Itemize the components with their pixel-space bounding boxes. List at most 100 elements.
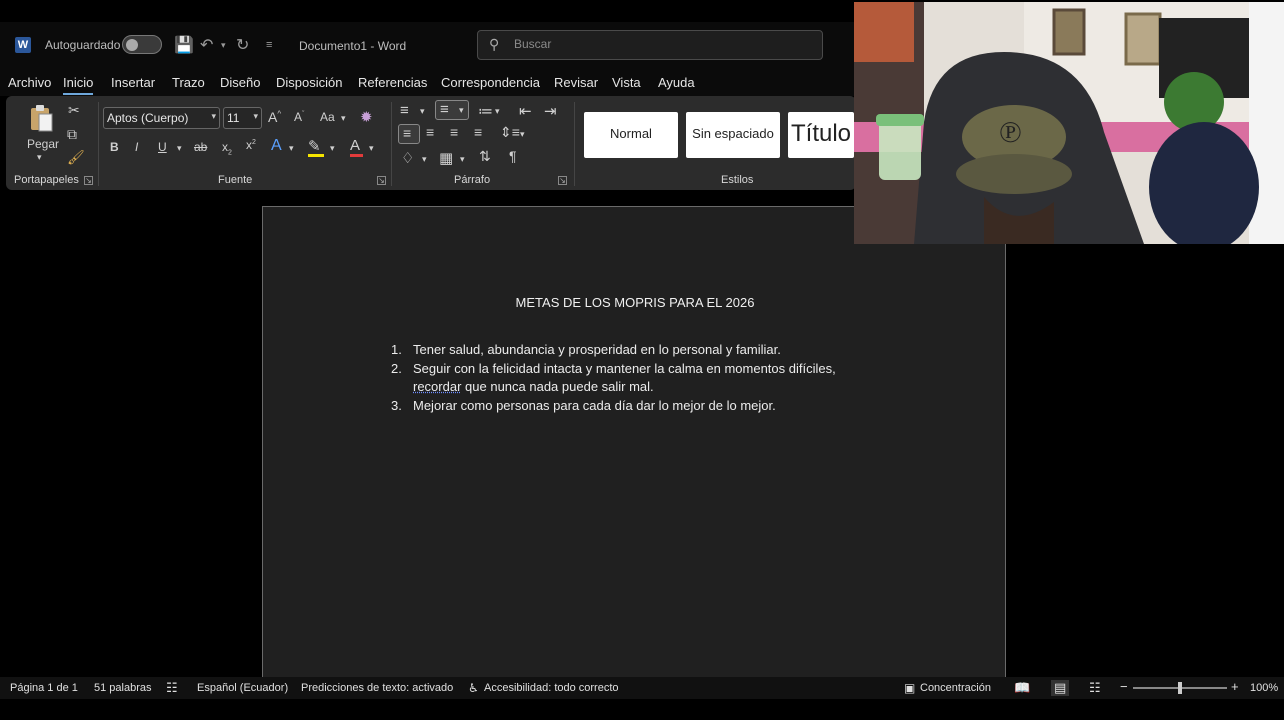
chevron-down-icon[interactable]: ▾	[289, 143, 294, 154]
subscript-icon[interactable]: x2	[222, 140, 232, 156]
tab-disposicion[interactable]: Disposición	[276, 75, 342, 90]
chevron-down-icon[interactable]: ▾	[177, 143, 182, 154]
group-label-clipboard: Portapapeles	[14, 174, 79, 186]
tab-trazo[interactable]: Trazo	[172, 75, 205, 90]
tab-correspondencia[interactable]: Correspondencia	[441, 75, 540, 90]
strikethrough-icon[interactable]: ab	[194, 140, 207, 154]
tab-insertar[interactable]: Insertar	[111, 75, 155, 90]
shrink-font-icon[interactable]: Aˇ	[294, 110, 304, 124]
bullets-icon[interactable]: ≡	[400, 102, 409, 119]
line-spacing-icon[interactable]: ⇕≡	[500, 124, 520, 141]
chevron-down-icon: ▾	[253, 111, 258, 121]
paste-button[interactable]	[28, 104, 54, 134]
ribbon: Pegar ▾ ✂ ⧉ 🖌 Portapapeles ↘ Aptos (Cuer…	[6, 96, 856, 190]
document-page[interactable]: METAS DE LOS MOPRIS PARA EL 2026 1. Tene…	[262, 206, 1006, 686]
focus-icon[interactable]: ▣	[904, 681, 915, 695]
chevron-down-icon[interactable]: ▾	[330, 143, 335, 154]
list-number: 1.	[391, 342, 402, 357]
style-normal[interactable]: Normal	[584, 112, 678, 158]
font-size-select[interactable]: 11 ▾	[223, 107, 262, 129]
read-mode-icon[interactable]: 📖	[1014, 680, 1030, 696]
tab-diseno[interactable]: Diseño	[220, 75, 260, 90]
justify-icon[interactable]: ≡	[474, 124, 482, 140]
tab-archivo[interactable]: Archivo	[8, 75, 51, 90]
grow-font-icon[interactable]: A^	[268, 109, 281, 125]
undo-dropdown-icon[interactable]: ▾	[221, 40, 226, 51]
align-center-icon[interactable]: ≡	[426, 124, 434, 140]
align-left-button[interactable]: ≡	[398, 124, 420, 144]
font-name-select[interactable]: Aptos (Cuerpo) ▾	[103, 107, 220, 129]
superscript-icon[interactable]: x2	[246, 138, 256, 152]
status-page[interactable]: Página 1 de 1	[10, 682, 78, 694]
font-color-icon[interactable]: A	[350, 137, 363, 157]
paragraph-launcher-icon[interactable]: ↘	[558, 176, 567, 185]
tab-referencias[interactable]: Referencias	[358, 75, 427, 90]
shading-icon[interactable]: ♢	[401, 149, 414, 167]
zoom-slider-thumb[interactable]	[1178, 682, 1182, 694]
accessibility-icon[interactable]: ♿	[468, 681, 479, 695]
chevron-down-icon[interactable]: ▾	[460, 154, 465, 165]
list-item: 3. Mejorar como personas para cada día d…	[391, 397, 861, 416]
chevron-down-icon[interactable]: ▾	[369, 143, 374, 154]
highlight-icon[interactable]: ✎	[308, 137, 324, 157]
text-effects-icon[interactable]: A	[271, 137, 282, 155]
status-word-count[interactable]: 51 palabras	[94, 682, 152, 694]
chevron-down-icon[interactable]: ▾	[341, 113, 346, 124]
word-logo-icon: W	[15, 37, 31, 53]
chevron-down-icon[interactable]: ▾	[420, 106, 425, 117]
search-input[interactable]	[514, 37, 794, 51]
style-normal-label: Normal	[610, 126, 652, 141]
tab-revisar[interactable]: Revisar	[554, 75, 598, 90]
style-title[interactable]: Título	[788, 112, 854, 158]
paste-dropdown-icon[interactable]: ▾	[37, 152, 42, 163]
copy-icon[interactable]: ⧉	[67, 126, 77, 143]
font-launcher-icon[interactable]: ↘	[377, 176, 386, 185]
tab-vista[interactable]: Vista	[612, 75, 641, 90]
format-painter-icon[interactable]: 🖌	[67, 149, 85, 166]
status-zoom-level[interactable]: 100%	[1250, 682, 1278, 694]
save-icon[interactable]: 💾	[174, 35, 194, 55]
tab-inicio[interactable]: Inicio	[63, 75, 94, 95]
undo-icon[interactable]: ↶	[200, 35, 213, 55]
search-box[interactable]: ⚲	[477, 30, 823, 60]
underline-icon[interactable]: U	[158, 140, 167, 154]
show-formatting-icon[interactable]: ¶	[509, 148, 517, 164]
chevron-down-icon[interactable]: ▾	[520, 129, 525, 140]
align-right-icon[interactable]: ≡	[450, 124, 458, 140]
redo-icon[interactable]: ↻	[236, 35, 249, 55]
status-language[interactable]: Español (Ecuador)	[197, 682, 288, 694]
zoom-out-icon[interactable]: −	[1120, 679, 1128, 694]
chevron-down-icon[interactable]: ▾	[495, 106, 500, 117]
bold-icon[interactable]: B	[110, 140, 119, 154]
decrease-indent-icon[interactable]: ⇤	[519, 102, 532, 120]
spelling-flag-word[interactable]: recordar	[413, 379, 461, 394]
style-no-spacing[interactable]: Sin espaciado	[686, 112, 780, 158]
print-layout-icon[interactable]: ▤	[1051, 680, 1070, 696]
goals-list: 1. Tener salud, abundancia y prosperidad…	[391, 341, 861, 415]
increase-indent-icon[interactable]: ⇥	[544, 102, 557, 120]
paste-label[interactable]: Pegar	[27, 137, 59, 151]
clear-formatting-icon[interactable]: ✹	[360, 108, 373, 126]
autosave-toggle[interactable]	[122, 35, 162, 54]
zoom-in-icon[interactable]: +	[1231, 679, 1239, 694]
sort-icon[interactable]: ⇅	[479, 148, 491, 165]
customize-toolbar-icon[interactable]: ≡	[266, 39, 272, 51]
web-layout-icon[interactable]: ☷	[1089, 680, 1101, 696]
style-no-spacing-label: Sin espaciado	[692, 126, 774, 141]
clipboard-launcher-icon[interactable]: ↘	[84, 176, 93, 185]
multilevel-list-icon[interactable]: ≔	[478, 102, 493, 120]
borders-icon[interactable]: ▦	[439, 149, 453, 167]
italic-icon[interactable]: I	[135, 140, 138, 154]
proofing-icon[interactable]: ☷	[166, 680, 178, 696]
status-accessibility[interactable]: Accesibilidad: todo correcto	[484, 682, 619, 694]
change-case-button[interactable]: Aa	[320, 110, 335, 124]
divider	[98, 102, 99, 186]
status-text-predictions[interactable]: Predicciones de texto: activado	[301, 682, 453, 694]
status-focus-mode[interactable]: Concentración	[920, 682, 991, 694]
tab-ayuda[interactable]: Ayuda	[658, 75, 695, 90]
cut-icon[interactable]: ✂	[68, 102, 80, 119]
numbering-icon: ≡	[440, 101, 449, 118]
chevron-down-icon[interactable]: ▾	[422, 154, 427, 165]
list-text: Seguir con la felicidad intacta y manten…	[413, 360, 836, 376]
numbering-button[interactable]: ≡ ▾	[435, 100, 469, 120]
